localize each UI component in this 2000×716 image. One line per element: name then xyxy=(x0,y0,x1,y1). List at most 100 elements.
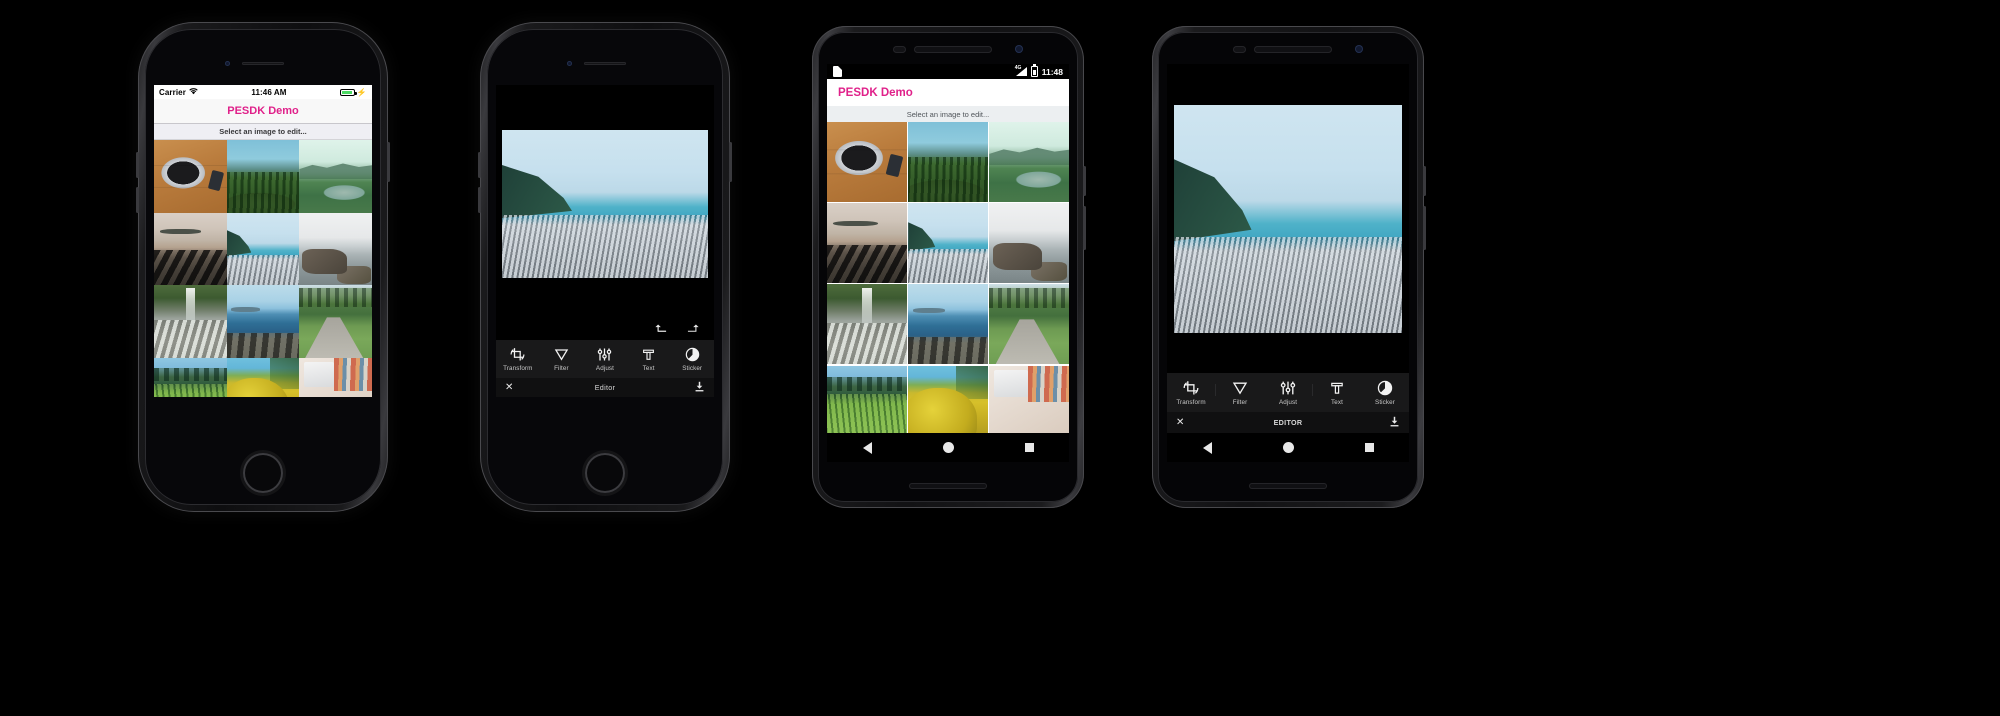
tool-filter[interactable]: Filter xyxy=(1216,373,1264,412)
android-nav-bar xyxy=(1167,433,1409,462)
ios-status-bar: Carrier 11:46 AM ⚡ xyxy=(154,85,372,99)
home-icon[interactable] xyxy=(1282,442,1294,453)
editor-toolbar: Transform Filter Adjust Text Sticker xyxy=(1167,373,1409,412)
editor-photo[interactable] xyxy=(1174,104,1402,333)
filter-icon xyxy=(554,349,569,361)
tool-text[interactable]: Text xyxy=(627,340,671,378)
list-item[interactable] xyxy=(299,358,372,397)
list-item[interactable] xyxy=(154,285,227,359)
editor-photo[interactable] xyxy=(502,129,708,278)
front-camera-icon xyxy=(225,61,230,66)
front-camera-icon xyxy=(567,61,572,66)
transform-icon xyxy=(510,348,525,361)
photo-grid xyxy=(827,122,1069,462)
sensor-icon xyxy=(893,46,906,53)
recents-icon[interactable] xyxy=(1364,443,1374,452)
tool-label: Filter xyxy=(1232,399,1248,406)
tool-label: Adjust xyxy=(1278,399,1298,406)
volume-button[interactable] xyxy=(478,152,481,178)
redo-icon[interactable] xyxy=(687,322,702,335)
volume-button[interactable] xyxy=(1083,206,1086,250)
list-item[interactable] xyxy=(154,358,227,397)
tool-text[interactable]: Text xyxy=(1313,373,1361,412)
android-status-bar: 4G 11:48 xyxy=(827,64,1069,79)
adjust-icon xyxy=(1280,381,1296,395)
editor-bottom-bar-wrap: ✕ Editor xyxy=(496,378,714,397)
list-item[interactable] xyxy=(989,122,1069,202)
battery-icon xyxy=(1030,64,1038,77)
list-item[interactable] xyxy=(908,122,988,202)
volume-button[interactable] xyxy=(136,187,139,213)
close-icon[interactable]: ✕ xyxy=(505,382,513,393)
tool-label: Filter xyxy=(554,365,569,372)
list-item[interactable] xyxy=(226,140,300,213)
sensor-icon xyxy=(1233,46,1246,53)
tool-sticker[interactable]: Sticker xyxy=(1361,373,1409,412)
android-bezel: 4G 11:48 PESDK Demo Select an image to e… xyxy=(818,32,1078,502)
undo-icon[interactable] xyxy=(652,322,667,335)
download-icon[interactable] xyxy=(1389,414,1400,432)
filter-icon xyxy=(1232,382,1248,395)
list-item[interactable] xyxy=(908,203,988,283)
wifi-icon xyxy=(189,87,198,97)
tool-label: Transform xyxy=(1176,399,1206,406)
power-button[interactable] xyxy=(1083,166,1086,196)
tool-transform[interactable]: Transform xyxy=(1167,373,1215,412)
home-icon[interactable] xyxy=(942,442,954,453)
tool-adjust[interactable]: Adjust xyxy=(583,340,627,378)
editor-view: Transform Filter Adjust Text Sticker ✕ E… xyxy=(1167,64,1409,462)
list-item[interactable] xyxy=(154,140,227,213)
home-button[interactable] xyxy=(585,453,625,493)
download-icon[interactable] xyxy=(694,379,705,397)
volume-button[interactable] xyxy=(136,152,139,178)
list-item[interactable] xyxy=(226,212,300,286)
list-item[interactable] xyxy=(827,284,907,365)
list-item[interactable] xyxy=(154,212,227,286)
android-subtitle-bar: Select an image to edit... xyxy=(827,106,1069,122)
sticker-icon xyxy=(1377,380,1393,396)
power-button[interactable] xyxy=(729,142,732,182)
editor-bottom-bar-wrap: ✕ EDITOR xyxy=(1167,412,1409,433)
bolt-icon: ⚡ xyxy=(356,87,367,97)
subtitle-label: Select an image to edit... xyxy=(906,109,990,119)
list-item[interactable] xyxy=(299,285,372,359)
android-app-bar: PESDK Demo xyxy=(827,79,1069,106)
device-iphone-editor: Transform Filter Adjust Text Sticker ✕ E… xyxy=(478,22,732,512)
list-item[interactable] xyxy=(827,122,907,202)
carrier-label: Carrier xyxy=(159,87,186,97)
tool-transform[interactable]: Transform xyxy=(496,340,540,378)
list-item[interactable] xyxy=(908,284,988,365)
list-item[interactable] xyxy=(299,140,372,213)
front-camera-icon xyxy=(1015,45,1023,53)
list-item[interactable] xyxy=(226,285,300,359)
iphone-editor-screen: Transform Filter Adjust Text Sticker ✕ E… xyxy=(496,85,714,397)
recents-icon[interactable] xyxy=(1024,443,1034,452)
sticker-icon xyxy=(685,347,699,362)
power-button[interactable] xyxy=(1423,166,1426,196)
list-item[interactable] xyxy=(226,358,300,397)
list-item[interactable] xyxy=(989,203,1069,283)
battery-icon xyxy=(339,88,357,96)
volume-button[interactable] xyxy=(478,187,481,213)
earpiece-icon xyxy=(242,62,284,65)
home-button[interactable] xyxy=(243,453,283,493)
earpiece-icon xyxy=(914,46,992,53)
close-icon[interactable]: ✕ xyxy=(1176,417,1184,428)
back-icon[interactable] xyxy=(862,441,872,454)
back-icon[interactable] xyxy=(1202,441,1212,454)
tool-label: Transform xyxy=(503,365,533,372)
tool-adjust[interactable]: Adjust xyxy=(1264,373,1312,412)
volume-button[interactable] xyxy=(1423,206,1426,250)
list-item[interactable] xyxy=(299,212,372,286)
editor-canvas[interactable] xyxy=(496,85,714,322)
list-item[interactable] xyxy=(827,203,907,283)
editor-canvas[interactable] xyxy=(1167,64,1409,373)
tool-sticker[interactable]: Sticker xyxy=(670,340,714,378)
bottom-speaker-icon xyxy=(909,483,987,489)
list-item[interactable] xyxy=(989,284,1069,365)
tool-filter[interactable]: Filter xyxy=(540,340,584,378)
status-time: 11:46 AM xyxy=(251,87,287,97)
page-title: PESDK Demo xyxy=(227,105,299,117)
text-icon xyxy=(1331,382,1343,394)
power-button[interactable] xyxy=(387,142,390,182)
